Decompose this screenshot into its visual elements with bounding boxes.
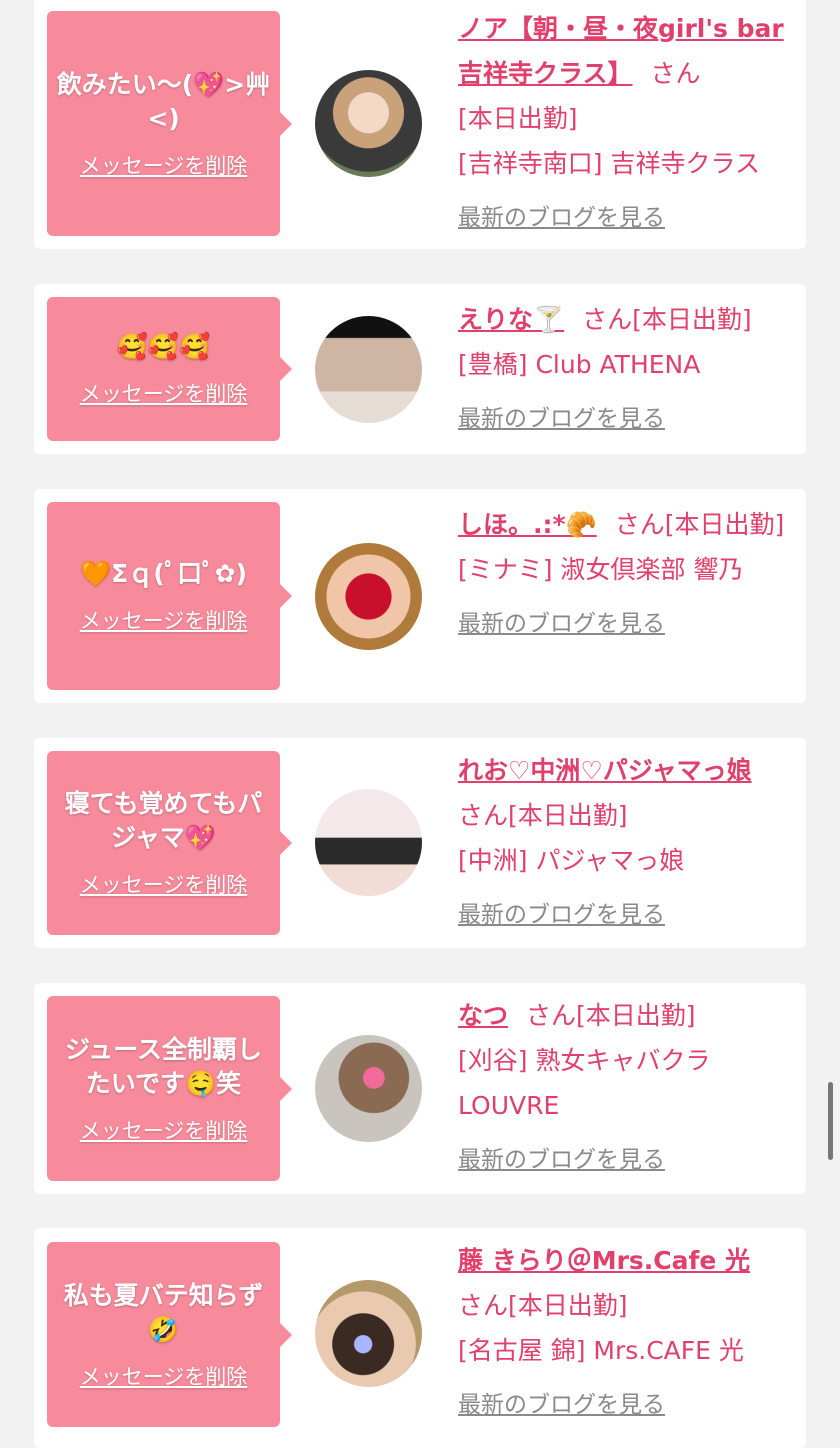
message-card: 寝ても覚めてもパジャマ💖 メッセージを削除 れお♡中洲♡パジャマっ娘 さん[本日… [34,738,806,948]
profile-info: えりな🍸 さん[本日出勤] [豊橋] Club ATHENA 最新のブログを見る [458,297,798,442]
work-status: [本日出勤] [458,104,578,133]
message-text: 寝ても覚めてもパジャマ💖 [64,789,263,852]
message-card: 🧡Σｑ(ﾟ口ﾟ✿) メッセージを削除 しほ。.:*🥐 さん[本日出勤] [ミナミ]… [34,489,806,703]
profile-name-link[interactable]: 藤 きらり＠Mrs.Cafe 光 [458,1246,750,1275]
message-card: 🥰🥰🥰 メッセージを削除 えりな🍸 さん[本日出勤] [豊橋] Club ATHE… [34,284,806,454]
profile-name-link[interactable]: ノア【朝・昼・夜girl's bar吉祥寺クラス】 [458,14,784,88]
profile-name-link[interactable]: なつ [458,1001,508,1030]
delete-message-link[interactable]: メッセージを削除 [80,378,248,408]
latest-blog-link[interactable]: 最新のブログを見る [458,196,798,241]
delete-message-link[interactable]: メッセージを削除 [80,150,248,180]
message-bubble: 寝ても覚めてもパジャマ💖 メッセージを削除 [47,751,292,935]
latest-blog-link[interactable]: 最新のブログを見る [458,397,798,442]
work-status: [本日出勤] [508,1291,628,1320]
profile-name-link[interactable]: れお♡中洲♡パジャマっ娘 [458,756,752,785]
honorific: さん [458,801,509,830]
delete-message-link[interactable]: メッセージを削除 [80,869,248,899]
honorific: さん [582,305,633,334]
shop-location: [名古屋 錦] Mrs.CAFE 光 [458,1336,744,1365]
profile-info: なつ さん[本日出勤] [刈谷] 熟女キャバクラLOUVRE 最新のブログを見る [458,993,798,1183]
message-text: 飲みたい〜(💖>艸<) [56,69,271,133]
latest-blog-link[interactable]: 最新のブログを見る [458,893,798,938]
shop-location: [豊橋] Club ATHENA [458,350,701,379]
message-text: 🧡Σｑ(ﾟ口ﾟ✿) [79,559,247,588]
message-text: 🥰🥰🥰 [116,332,211,361]
honorific: さん [650,59,701,88]
profile-info: れお♡中洲♡パジャマっ娘 さん[本日出勤] [中洲] パジャマっ娘 最新のブログ… [458,748,798,938]
avatar[interactable] [315,70,422,177]
work-status: [本日出勤] [664,510,785,539]
avatar[interactable] [315,543,422,650]
honorific: さん [614,510,665,539]
shop-location: [吉祥寺南口] 吉祥寺クラス [458,149,760,178]
message-card: 私も夏バテ知らず🤣 メッセージを削除 藤 きらり＠Mrs.Cafe 光 さん[本… [34,1228,806,1448]
avatar[interactable] [315,316,422,423]
honorific: さん [458,1291,509,1320]
shop-location: [刈谷] 熟女キャバクラLOUVRE [458,1046,711,1120]
message-card: ジュース全制覇したいです🤤笑 メッセージを削除 なつ さん[本日出勤] [刈谷] … [34,983,806,1194]
shop-location: [中洲] パジャマっ娘 [458,846,685,875]
latest-blog-link[interactable]: 最新のブログを見る [458,602,798,647]
profile-info: ノア【朝・昼・夜girl's bar吉祥寺クラス】 さん [本日出勤] [吉祥寺南… [458,6,798,241]
delete-message-link[interactable]: メッセージを削除 [80,1115,248,1145]
message-bubble: ジュース全制覇したいです🤤笑 メッセージを削除 [47,996,292,1181]
honorific: さん [526,1001,577,1030]
avatar[interactable] [315,1035,422,1142]
message-bubble: 🧡Σｑ(ﾟ口ﾟ✿) メッセージを削除 [47,502,292,690]
work-status: [本日出勤] [508,801,628,830]
latest-blog-link[interactable]: 最新のブログを見る [458,1138,798,1183]
message-bubble: 飲みたい〜(💖>艸<) メッセージを削除 [47,11,292,236]
avatar[interactable] [315,1280,422,1387]
scrollbar[interactable] [828,1082,833,1160]
message-text: ジュース全制覇したいです🤤笑 [64,1034,262,1098]
delete-message-link[interactable]: メッセージを削除 [80,1361,248,1391]
latest-blog-link[interactable]: 最新のブログを見る [458,1383,798,1428]
profile-name-link[interactable]: しほ。.:*🥐 [458,510,597,539]
message-text: 私も夏バテ知らず🤣 [63,1280,264,1344]
profile-info: 藤 きらり＠Mrs.Cafe 光 さん[本日出勤] [名古屋 錦] Mrs.CA… [458,1238,798,1428]
delete-message-link[interactable]: メッセージを削除 [80,605,248,635]
message-card: 飲みたい〜(💖>艸<) メッセージを削除 ノア【朝・昼・夜girl's bar吉… [34,0,806,249]
message-bubble: 🥰🥰🥰 メッセージを削除 [47,297,292,441]
profile-info: しほ。.:*🥐 さん[本日出勤] [ミナミ] 淑女倶楽部 響乃 最新のブログを見る [458,502,798,647]
work-status: [本日出勤] [576,1001,696,1030]
profile-name-link[interactable]: えりな🍸 [458,305,564,334]
avatar[interactable] [315,789,422,896]
work-status: [本日出勤] [632,305,752,334]
message-bubble: 私も夏バテ知らず🤣 メッセージを削除 [47,1242,292,1427]
shop-location: [ミナミ] 淑女倶楽部 響乃 [458,555,744,584]
